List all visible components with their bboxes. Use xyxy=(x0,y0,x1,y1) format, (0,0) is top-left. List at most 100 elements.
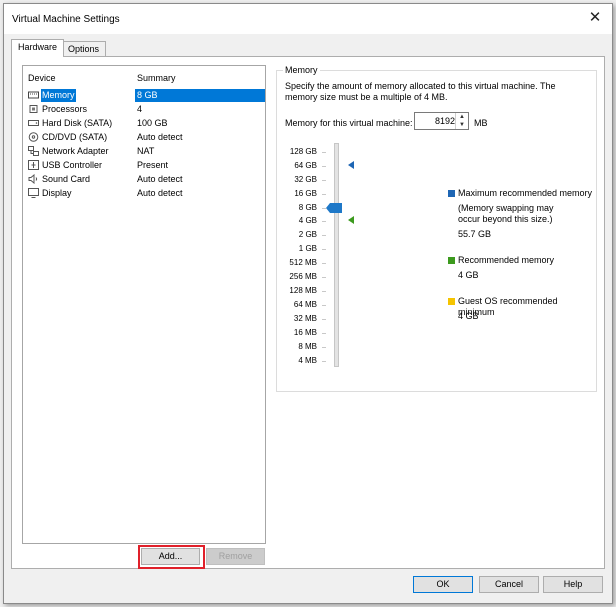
max-recommended-value: 55.7 GB xyxy=(458,229,492,239)
scale-label: 128 GB xyxy=(289,147,317,156)
device-summary: Auto detect xyxy=(137,174,183,184)
device-row-sound-card[interactable]: Sound Card Auto detect xyxy=(23,173,265,186)
device-row-cd-dvd[interactable]: CD/DVD (SATA) Auto detect xyxy=(23,131,265,144)
usb-controller-icon xyxy=(28,160,39,170)
scale-label: 256 MB xyxy=(289,272,317,281)
memory-stepper[interactable]: ▲ ▼ xyxy=(455,113,468,129)
processor-icon xyxy=(29,105,38,113)
device-summary: NAT xyxy=(137,146,155,156)
guest-min-value: 4 GB xyxy=(458,311,479,321)
device-name: Sound Card xyxy=(42,174,91,184)
memory-value-input[interactable]: 8192 xyxy=(415,116,455,126)
tab-options[interactable]: Options xyxy=(61,41,107,57)
scale-label: 16 GB xyxy=(294,189,317,198)
scale-tick xyxy=(322,194,326,195)
scale-tick xyxy=(322,291,326,292)
hard-disk-icon xyxy=(28,120,39,126)
vm-settings-dialog: Virtual Machine Settings ✕ Hardware Opti… xyxy=(3,3,613,604)
device-name: Processors xyxy=(42,104,88,114)
recommended-marker-icon xyxy=(348,216,354,224)
scale-tick xyxy=(322,277,326,278)
memory-description: Specify the amount of memory allocated t… xyxy=(285,81,556,102)
scale-tick xyxy=(322,180,326,181)
scale-tick xyxy=(322,333,326,334)
guest-min-title: Guest OS recommended minimum xyxy=(458,296,558,317)
scale-label: 32 MB xyxy=(293,314,317,323)
display-icon xyxy=(28,188,39,198)
device-name: Network Adapter xyxy=(42,146,109,156)
device-column-header[interactable]: Device xyxy=(28,73,56,83)
device-name: Memory xyxy=(41,89,76,102)
stepper-up-icon[interactable]: ▲ xyxy=(456,113,468,121)
hardware-panel: Device Summary Memory 8 GB Processors 4 … xyxy=(11,56,605,569)
device-summary: Auto detect xyxy=(137,188,183,198)
scale-tick xyxy=(322,152,326,153)
device-list-header: Device Summary xyxy=(23,66,265,88)
max-recommended-legend-icon xyxy=(448,190,455,197)
memory-icon xyxy=(28,91,39,99)
memory-group: Memory Specify the amount of memory allo… xyxy=(276,65,597,392)
device-row-display[interactable]: Display Auto detect xyxy=(23,187,265,200)
scale-label: 8 GB xyxy=(298,203,317,212)
cancel-button[interactable]: Cancel xyxy=(479,576,539,593)
scale-tick xyxy=(322,166,326,167)
max-recommended-marker-icon xyxy=(348,161,354,169)
device-summary: Present xyxy=(137,160,169,170)
device-summary: 4 xyxy=(137,104,143,114)
memory-spinbox[interactable]: 8192 ▲ ▼ xyxy=(414,112,469,130)
scale-label: 64 GB xyxy=(294,161,317,170)
scale-label: 4 GB xyxy=(298,216,317,225)
scale-label: 128 MB xyxy=(289,286,317,295)
scale-tick xyxy=(322,263,326,264)
title-bar: Virtual Machine Settings ✕ xyxy=(4,4,612,34)
device-summary: Auto detect xyxy=(137,132,183,142)
guest-min-legend-icon xyxy=(448,298,455,305)
scale-label: 32 GB xyxy=(294,175,317,184)
scale-tick xyxy=(322,347,326,348)
add-button[interactable]: Add... xyxy=(141,548,200,565)
scale-label: 16 MB xyxy=(293,328,317,337)
sound-card-icon xyxy=(28,174,38,184)
device-row-processors[interactable]: Processors 4 xyxy=(23,103,265,116)
recommended-legend-icon xyxy=(448,257,455,264)
close-icon[interactable]: ✕ xyxy=(586,8,604,28)
memory-field-label: Memory for this virtual machine: xyxy=(285,118,413,128)
memory-group-label: Memory xyxy=(283,65,320,75)
scale-label: 64 MB xyxy=(293,300,317,309)
device-summary: 100 GB xyxy=(137,118,168,128)
scale-tick xyxy=(322,221,326,222)
device-name: CD/DVD (SATA) xyxy=(42,132,108,142)
max-recommended-title: Maximum recommended memory xyxy=(458,188,593,198)
tab-hardware[interactable]: Hardware xyxy=(11,39,65,57)
device-row-memory[interactable]: Memory 8 GB xyxy=(23,89,265,102)
remove-button[interactable]: Remove xyxy=(206,548,265,565)
scale-label: 2 GB xyxy=(298,230,317,239)
scale-label: 1 GB xyxy=(298,244,317,253)
device-name: Hard Disk (SATA) xyxy=(42,118,113,128)
scale-label: 8 MB xyxy=(298,342,317,351)
stepper-down-icon[interactable]: ▼ xyxy=(456,121,468,129)
device-row-network-adapter[interactable]: Network Adapter NAT xyxy=(23,145,265,158)
network-adapter-icon xyxy=(28,146,39,156)
device-row-usb-controller[interactable]: USB Controller Present xyxy=(23,159,265,172)
scale-tick xyxy=(322,361,326,362)
device-list[interactable]: Device Summary Memory 8 GB Processors 4 … xyxy=(22,65,266,544)
device-row-hard-disk[interactable]: Hard Disk (SATA) 100 GB xyxy=(23,117,265,130)
scale-tick xyxy=(322,249,326,250)
summary-column-header[interactable]: Summary xyxy=(137,73,176,83)
device-name: USB Controller xyxy=(42,160,103,170)
memory-slider-track[interactable] xyxy=(334,143,339,367)
memory-unit-label: MB xyxy=(474,118,488,128)
scale-tick xyxy=(322,319,326,320)
help-button[interactable]: Help xyxy=(543,576,603,593)
ok-button[interactable]: OK xyxy=(413,576,473,593)
scale-label: 512 MB xyxy=(289,258,317,267)
window-title: Virtual Machine Settings xyxy=(12,14,120,25)
device-name: Display xyxy=(42,188,72,198)
device-summary: 8 GB xyxy=(135,89,265,102)
cd-dvd-icon xyxy=(28,132,39,142)
memory-slider-thumb[interactable] xyxy=(326,203,342,213)
max-recommended-note: (Memory swapping may occur beyond this s… xyxy=(458,203,554,224)
scale-label: 4 MB xyxy=(298,356,317,365)
recommended-value: 4 GB xyxy=(458,270,479,280)
